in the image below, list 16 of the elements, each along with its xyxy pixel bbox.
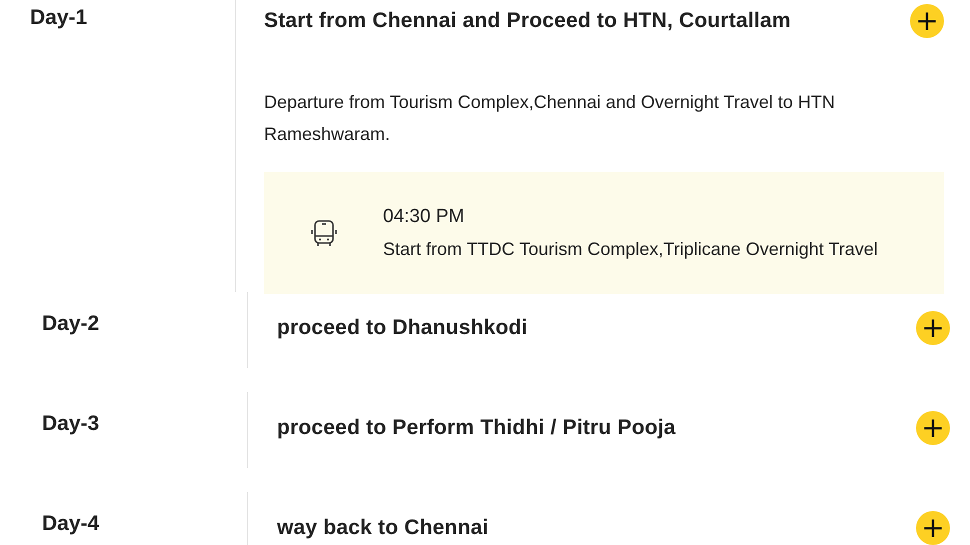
day-title: proceed to Dhanushkodi	[277, 316, 528, 340]
day-label: Day-1	[30, 5, 88, 31]
event-description: Start from TTDC Tourism Complex,Triplicane Overnight Travel	[383, 238, 879, 261]
expand-button[interactable]: +	[916, 311, 950, 345]
day-title: proceed to Perform Thidhi / Pitru Pooja	[277, 416, 676, 440]
expand-button[interactable]: +	[910, 4, 944, 38]
day-label: Day-4	[42, 511, 100, 537]
bus-icon	[309, 218, 339, 248]
day-label: Day-3	[42, 411, 100, 437]
event-time: 04:30 PM	[383, 205, 466, 229]
expand-button[interactable]: +	[916, 511, 950, 545]
day-label: Day-2	[42, 311, 100, 337]
expand-button[interactable]: +	[916, 411, 950, 445]
day-description: Departure from Tourism Complex,Chennai and Overnight Travel to HTN Rameshwaram.	[264, 91, 836, 146]
day-title: way back to Chennai	[277, 516, 489, 540]
day-title: Start from Chennai and Proceed to HTN, Courtallam	[264, 9, 791, 33]
